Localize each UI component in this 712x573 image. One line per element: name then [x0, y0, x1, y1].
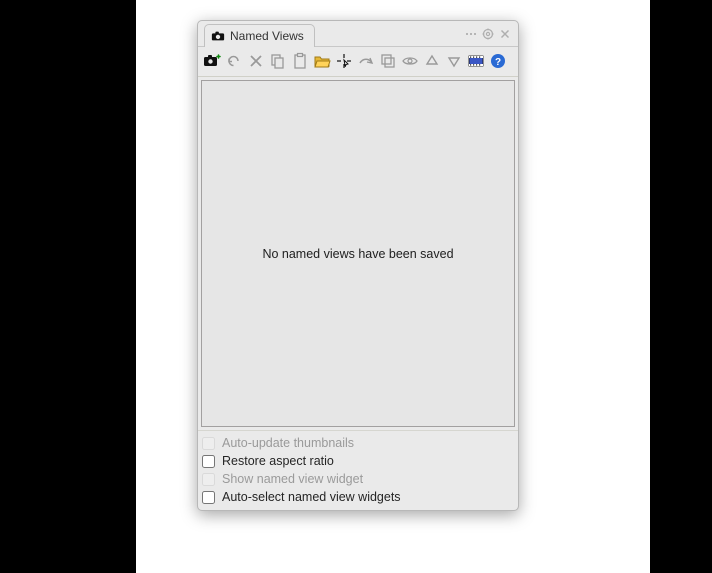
delete-icon[interactable] — [246, 52, 265, 71]
drag-handle-dots[interactable] — [463, 26, 478, 41]
open-folder-icon[interactable] — [312, 52, 331, 71]
tab-named-views[interactable]: Named Views — [204, 24, 315, 47]
named-views-panel: Named Views — [197, 20, 519, 511]
gear-icon[interactable] — [480, 26, 495, 41]
paste-icon[interactable] — [290, 52, 309, 71]
close-icon[interactable] — [497, 26, 512, 41]
titlebar: Named Views — [198, 21, 518, 47]
opt-label: Auto-update thumbnails — [222, 436, 354, 450]
help-icon[interactable]: ? — [488, 52, 507, 71]
opt-restore-aspect-ratio[interactable]: Restore aspect ratio — [202, 454, 514, 468]
options-section: Auto-update thumbnails Restore aspect ra… — [198, 430, 518, 510]
empty-message: No named views have been saved — [262, 247, 453, 261]
opt-label: Auto-select named view widgets — [222, 490, 401, 504]
restore-icon[interactable] — [356, 52, 375, 71]
duplicate-icon[interactable] — [378, 52, 397, 71]
checkbox-show-widget — [202, 473, 215, 486]
opt-label: Show named view widget — [222, 472, 363, 486]
move-up-icon[interactable] — [422, 52, 441, 71]
middle-region: Named Views — [136, 0, 650, 573]
view-list-area[interactable]: No named views have been saved — [201, 80, 515, 427]
new-view-icon[interactable] — [202, 52, 221, 71]
opt-auto-select-widgets[interactable]: Auto-select named view widgets — [202, 490, 514, 504]
right-black-bar — [650, 0, 712, 573]
eye-icon[interactable] — [400, 52, 419, 71]
copy-icon[interactable] — [268, 52, 287, 71]
opt-show-widget: Show named view widget — [202, 472, 514, 486]
move-down-icon[interactable] — [444, 52, 463, 71]
checkbox-auto-update-thumbnails — [202, 437, 215, 450]
checkbox-auto-select-widgets[interactable] — [202, 491, 215, 504]
select-cursor-icon[interactable] — [334, 52, 353, 71]
stage: Named Views — [0, 0, 712, 573]
filmstrip-icon[interactable] — [466, 52, 485, 71]
opt-label: Restore aspect ratio — [222, 454, 334, 468]
tab-label: Named Views — [230, 29, 304, 43]
opt-auto-update-thumbnails: Auto-update thumbnails — [202, 436, 514, 450]
left-black-bar — [0, 0, 136, 573]
undo-icon[interactable] — [224, 52, 243, 71]
checkbox-restore-aspect-ratio[interactable] — [202, 455, 215, 468]
toolbar: ? — [198, 47, 518, 77]
camera-icon — [211, 30, 225, 42]
svg-text:?: ? — [494, 57, 500, 68]
